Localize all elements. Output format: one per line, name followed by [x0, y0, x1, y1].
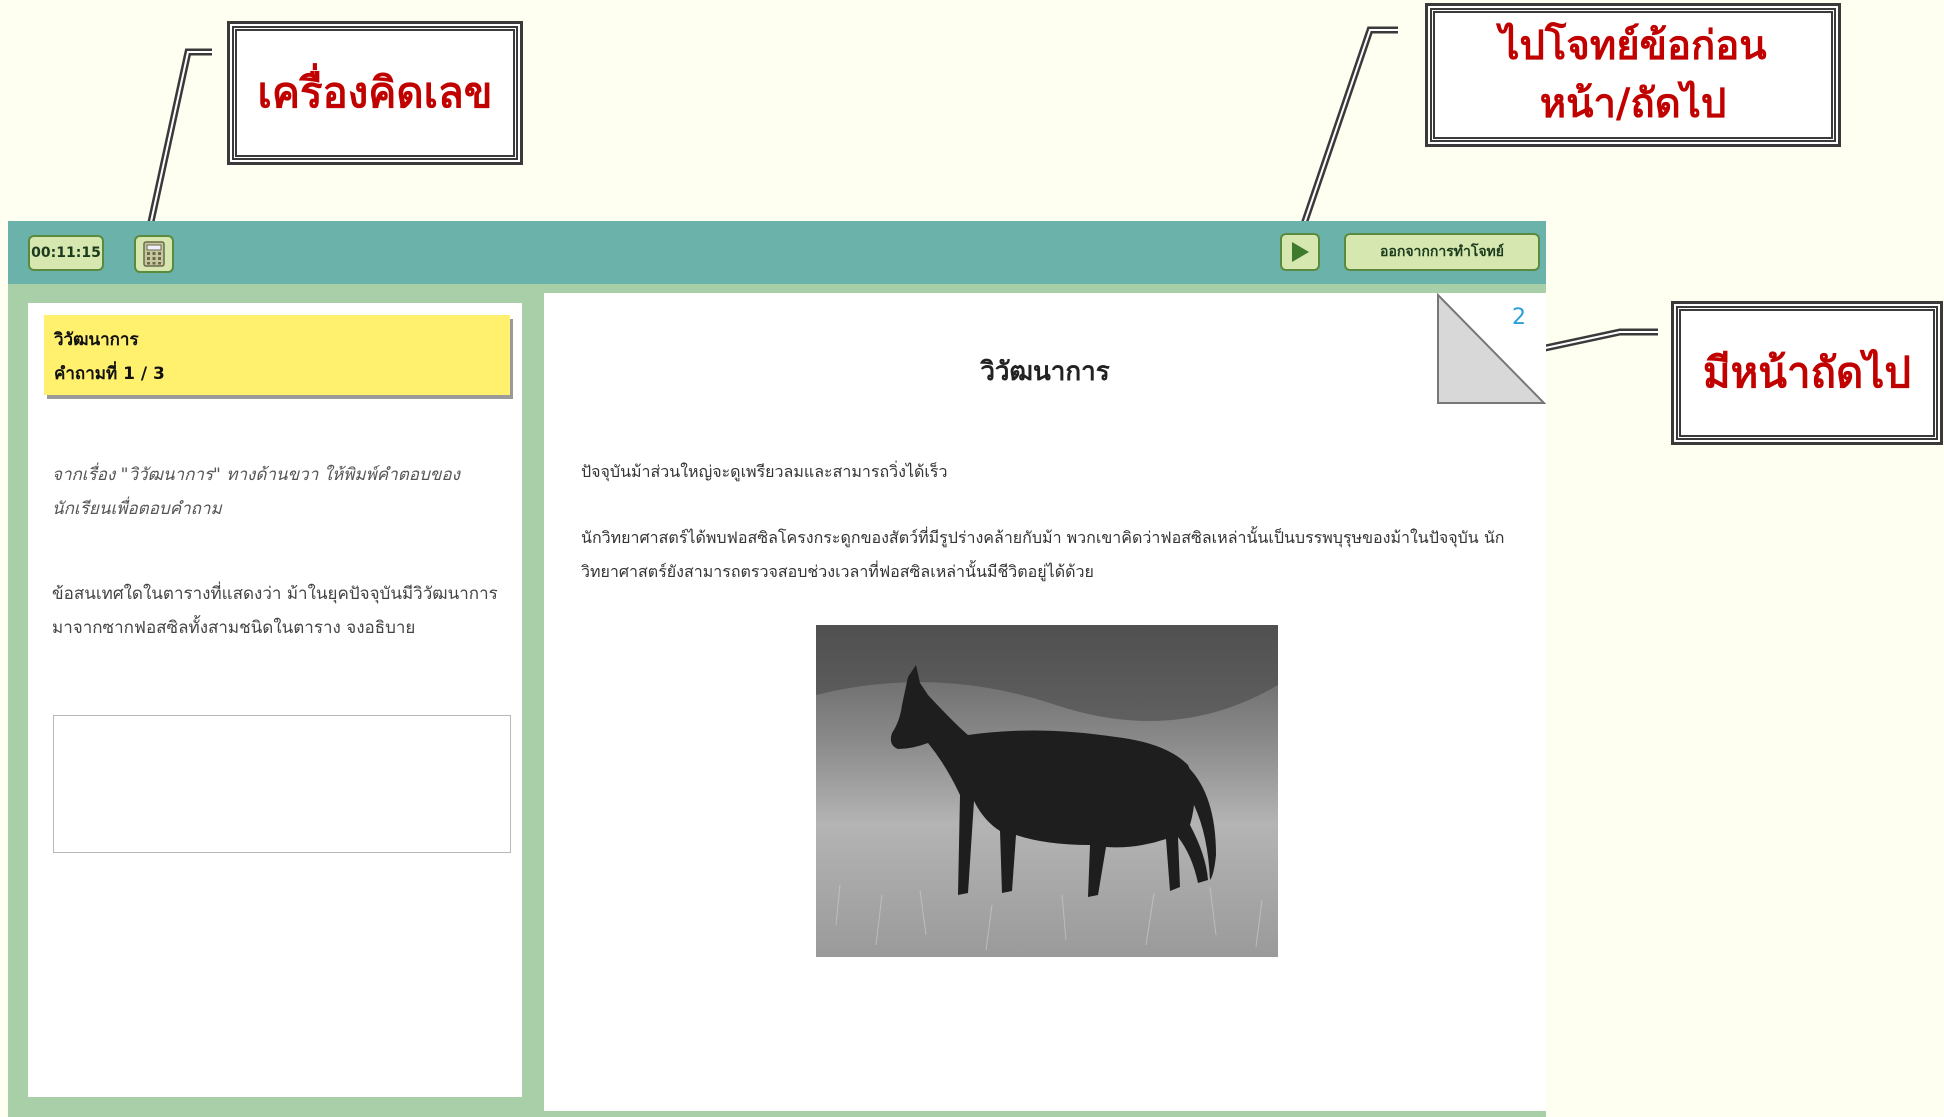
article-paragraph: ปัจจุบันม้าส่วนใหญ่จะดูเพรียวลมและสามารถ… [581, 462, 948, 481]
callout-calculator: เครื่องคิดเลข [232, 26, 518, 160]
article-panel: 2 วิวัฒนาการ ปัจจุบันม้าส่วนใหญ่จะดูเพรี… [544, 293, 1546, 1111]
exit-test-button[interactable]: ออกจากการทำโจทย์ [1344, 233, 1540, 271]
next-page-button[interactable] [1280, 233, 1320, 271]
page-number: 2 [1512, 305, 1526, 330]
question-panel: วิวัฒนาการ คำถามที่ 1 / 3 จากเรื่อง "วิว… [28, 303, 522, 1097]
play-arrow-icon [1292, 242, 1309, 262]
article-title: วิวัฒนาการ [980, 357, 1110, 387]
calculator-icon [143, 241, 165, 267]
callout-calculator-text: เครื่องคิดเลข [257, 68, 493, 117]
callout-next-page: มีหน้าถัดไป [1676, 306, 1938, 440]
calculator-button[interactable] [134, 235, 174, 273]
question-header: วิวัฒนาการ คำถามที่ 1 / 3 [44, 315, 510, 395]
callout-navigation-line2: หน้า/ถัดไป [1539, 80, 1727, 127]
callout-navigation-line1: ไปโจทย์ข้อก่อน [1499, 22, 1767, 69]
question-text: ข้อสนเทศใดในตารางที่แสดงว่า ม้าในยุคปัจจ… [52, 584, 498, 638]
article-paragraph: นักวิทยาศาสตร์ได้พบฟอสซิลโครงกระดูกของสั… [581, 528, 1505, 581]
test-app: 00:11:15 ออกจากการทำโจทย์ วิวัฒนาการ คำถ… [8, 221, 1546, 1117]
callout-next-page-text: มีหน้าถัดไป [1702, 348, 1912, 397]
horse-photo [816, 625, 1278, 957]
question-instruction: จากเรื่อง "วิวัฒนาการ" ทางด้านขวา ให้พิม… [52, 465, 460, 519]
toolbar: 00:11:15 ออกจากการทำโจทย์ [8, 221, 1546, 284]
answer-input[interactable] [53, 715, 511, 853]
timer: 00:11:15 [28, 235, 104, 271]
callout-navigation: ไปโจทย์ข้อก่อน หน้า/ถัดไป [1430, 8, 1836, 142]
unit-title: วิวัฒนาการ [54, 330, 139, 350]
question-counter: คำถามที่ 1 / 3 [54, 364, 165, 384]
